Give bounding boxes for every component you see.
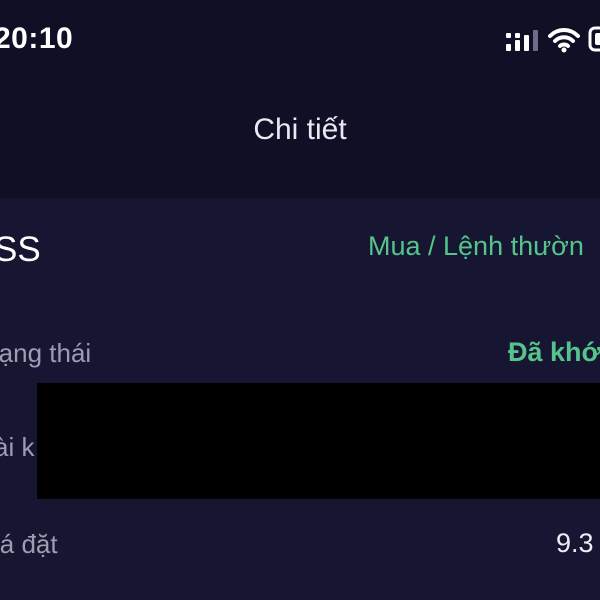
order-price-label: iá đặt (0, 529, 58, 559)
status-time: 20:10 (0, 22, 74, 55)
status-label: rạng thái (0, 338, 92, 368)
battery-icon (588, 26, 600, 52)
header-bar: 20:10 Chi tiết (0, 0, 600, 198)
stock-symbol: SS (0, 230, 41, 269)
order-price-value: 9.3 (556, 528, 594, 558)
page-title: Chi tiết (253, 113, 347, 146)
order-type-label: Mua / Lệnh thườn (368, 231, 584, 261)
order-detail-screen: 20:10 Chi tiết SS Mua / Lệnh thườn rạng … (0, 0, 600, 600)
signal-icon (506, 30, 538, 51)
redaction-block (37, 383, 600, 499)
status-value: Đã khớ (508, 337, 600, 367)
account-label: ài k (0, 432, 35, 462)
wifi-icon (548, 28, 580, 53)
